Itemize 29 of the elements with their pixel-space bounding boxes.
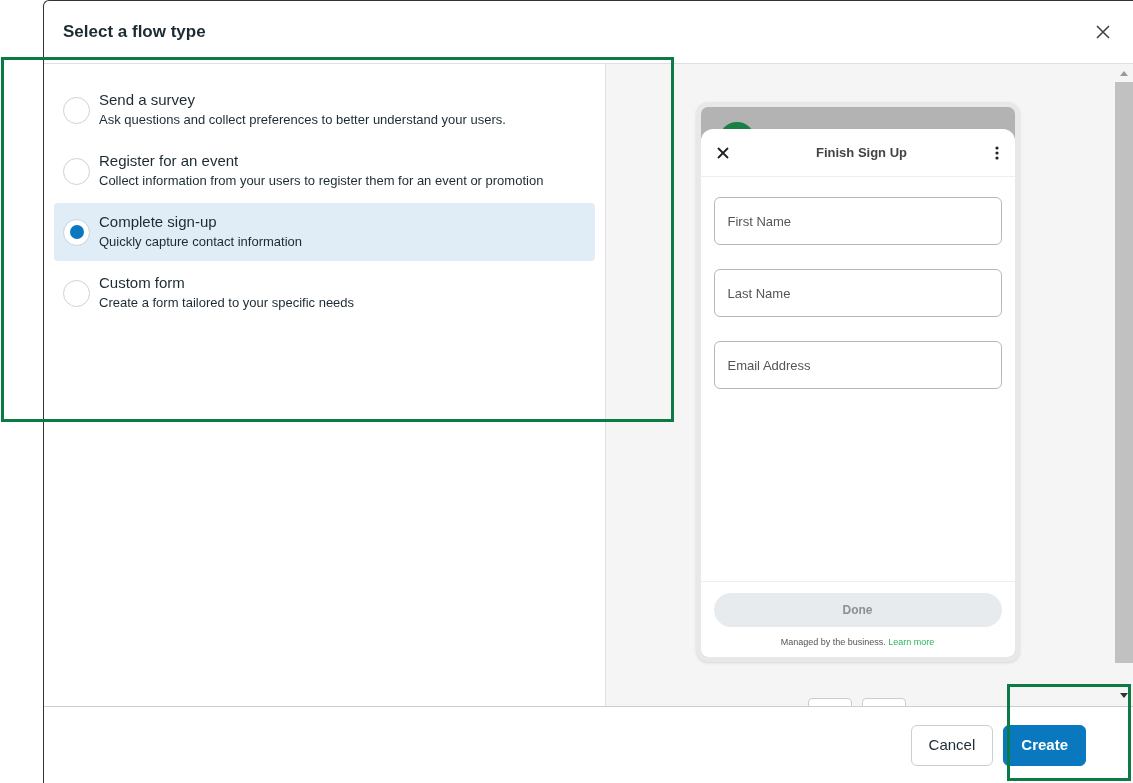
input-field[interactable]: Last Name xyxy=(713,269,1002,317)
scroll-down-icon[interactable] xyxy=(1120,693,1128,698)
dialog-title: Select a flow type xyxy=(63,21,206,44)
input-field[interactable]: First Name xyxy=(713,197,1002,245)
flow-option[interactable]: Register for an event Collect information from your users to register them for an event or promotion xyxy=(54,142,595,200)
managed-note: Managed by the business. xyxy=(780,636,886,647)
flow-option[interactable]: Complete sign-up Quickly capture contact information xyxy=(54,203,595,261)
radio-button[interactable] xyxy=(63,96,90,124)
option-title: Complete sign-up xyxy=(99,212,218,232)
scroll-up-icon[interactable] xyxy=(1120,71,1128,76)
option-title: Register for an event xyxy=(99,151,240,171)
option-description: Collect information from your users to register them for an event or promotion xyxy=(99,172,544,190)
option-title: Send a survey xyxy=(99,90,196,110)
close-icon[interactable] xyxy=(1095,24,1111,40)
close-icon[interactable] xyxy=(716,146,729,159)
radio-button[interactable] xyxy=(63,218,90,246)
more-icon[interactable] xyxy=(994,145,999,160)
input-field[interactable]: Email Address xyxy=(713,341,1002,389)
cancel-button[interactable]: Cancel xyxy=(910,724,994,766)
option-description: Quickly capture contact information xyxy=(99,233,303,251)
radio-button[interactable] xyxy=(63,279,90,307)
option-description: Ask questions and collect preferences to better understand your users. xyxy=(99,111,506,129)
preview-title: Finish Sign Up xyxy=(816,143,907,162)
radio-button[interactable] xyxy=(63,157,90,185)
create-button[interactable]: Create xyxy=(1003,724,1086,766)
flow-option[interactable]: Send a survey Ask questions and collect preferences to better understand your users. xyxy=(54,81,595,139)
option-title: Custom form xyxy=(99,273,186,293)
flow-option[interactable]: Custom form Create a form tailored to your specific needs xyxy=(54,264,595,322)
option-description: Create a form tailored to your specific needs xyxy=(99,294,355,312)
